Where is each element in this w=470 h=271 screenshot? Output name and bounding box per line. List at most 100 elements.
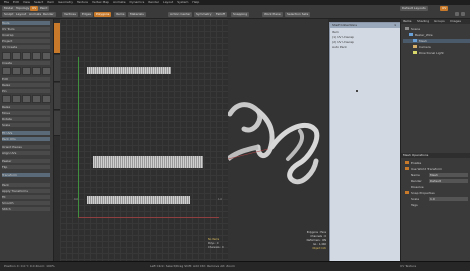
prop-snap[interactable]: Snap Properties [403, 191, 470, 195]
mode-materials-button[interactable]: Materials [128, 12, 146, 17]
mode-edges-button[interactable]: Edges [80, 12, 94, 17]
dialog-row[interactable]: (1) UV Unwrap [332, 35, 354, 39]
work-plane-button[interactable]: Work Plane [262, 12, 283, 17]
flip-button[interactable]: Flip [2, 165, 50, 169]
settings-icon[interactable] [461, 12, 465, 16]
layout-tab-topology[interactable]: Topology [14, 6, 32, 11]
dialog-titlebar[interactable]: Shelf Collections × [330, 23, 400, 28]
tab-items[interactable]: Items [403, 19, 411, 24]
prop-tags[interactable]: Tags [403, 203, 470, 207]
prop-dissolve[interactable]: Dissolve [403, 185, 470, 189]
section-relax[interactable]: Relax [2, 105, 50, 109]
align-tool-icon[interactable] [2, 95, 11, 103]
pin-button[interactable]: Pin [2, 89, 50, 93]
mode-items-button[interactable]: Items [114, 12, 127, 17]
uv-bounds [78, 57, 219, 218]
items-tab-bar: Items Shading Groups Images [401, 19, 470, 24]
render-dropdown[interactable]: Default [429, 179, 468, 183]
section-edit[interactable]: Edit [2, 77, 50, 81]
uv-create-button[interactable]: UV Create [2, 45, 50, 49]
orient-tool-icon[interactable] [12, 95, 21, 103]
orient-pieces-button[interactable]: Orient Pieces [2, 145, 50, 149]
symmetry-button[interactable]: Symmetry [194, 12, 214, 17]
stitch-button[interactable]: Stitch [2, 207, 50, 211]
unwrap-tool-icon[interactable] [2, 52, 11, 60]
peeler-button[interactable]: Peeler [2, 159, 50, 163]
status-hint: Left Click: Select/Drag Shift: Add Ctrl:… [150, 264, 235, 268]
checkbox-icon[interactable] [405, 161, 409, 164]
3d-viewport[interactable]: Polygons : Face Channels : 0 Deformers :… [228, 19, 328, 261]
mesh-icon [413, 39, 417, 42]
dialog-row[interactable]: Auto Pack [332, 45, 347, 49]
tube-mesh [228, 102, 320, 185]
item-row-bezier[interactable]: Bezier_Wire [403, 33, 470, 37]
project-button[interactable]: Project [2, 39, 50, 43]
item-row-light[interactable]: Directional Light [403, 51, 470, 55]
section-uv-tools[interactable]: UV Tools [2, 27, 50, 31]
item-row-camera[interactable]: Camera [403, 45, 470, 49]
layout-tab-paint[interactable]: Paint [38, 6, 50, 11]
tab-images[interactable]: Images [450, 19, 461, 24]
action-center-button[interactable]: Action Center [168, 12, 193, 17]
flip-tool-icon[interactable] [42, 67, 51, 75]
uv-island[interactable] [87, 67, 171, 74]
mode-vertices-button[interactable]: Vertices [62, 12, 78, 17]
relax-tool-icon[interactable] [22, 52, 31, 60]
uv-viewport[interactable]: 0.0 1.0 No Items Polys : 0 Channels : 0 [60, 19, 228, 261]
mirror-tool-icon[interactable] [32, 67, 41, 75]
transform-button[interactable]: Transform [2, 173, 50, 177]
tool-panel: Tools UV Tools Unwrap Project UV Create … [0, 19, 54, 261]
tab-shading[interactable]: Shading [417, 19, 429, 24]
dialog-row[interactable]: (2) UV Unwrap [332, 40, 354, 44]
status-position: Position X: 0.0 Y: 0.0 Zoom: 100% [4, 264, 55, 268]
fit-button[interactable]: Fit [2, 195, 50, 199]
prop-world-transform[interactable]: Use World Transform [403, 167, 470, 171]
scale-button[interactable]: Scale [2, 123, 50, 127]
stitch-tool-icon[interactable] [22, 95, 31, 103]
move-button[interactable]: Move [2, 111, 50, 115]
project-tool-icon[interactable] [12, 52, 21, 60]
fit-uvs-button[interactable]: Fit UVs [2, 131, 50, 135]
checkbox-icon[interactable] [405, 191, 409, 194]
layout-tab-uv[interactable]: UV [30, 6, 39, 11]
name-field[interactable]: Mesh [429, 173, 468, 177]
peel-tool-icon[interactable] [42, 52, 51, 60]
pack-tool-icon[interactable] [42, 95, 51, 103]
layout-badge: UV [440, 6, 449, 11]
rotate-button[interactable]: Rotate [2, 117, 50, 121]
fit-tool-icon[interactable] [32, 95, 41, 103]
smooth-button[interactable]: Smooth [2, 201, 50, 205]
uv-island[interactable] [93, 156, 203, 168]
prop-enable[interactable]: Enable [403, 161, 470, 165]
camera-icon [413, 45, 417, 48]
pin-tool-icon[interactable] [32, 52, 41, 60]
default-layouts-dropdown[interactable]: Default Layouts [400, 6, 428, 11]
checkbox-icon[interactable] [405, 167, 409, 170]
selection-sets-button[interactable]: Selection Sets [285, 12, 311, 17]
falloff-button[interactable]: Falloff [214, 12, 227, 17]
section-create[interactable]: Create [2, 61, 50, 65]
unwrap-button[interactable]: Unwrap [2, 33, 50, 37]
scale-tool-icon[interactable] [22, 67, 31, 75]
rotate-tool-icon[interactable] [12, 67, 21, 75]
close-icon[interactable]: × [394, 23, 397, 28]
section-pack[interactable]: Pack [2, 183, 50, 187]
apply-transforms-button[interactable]: Apply Transforms [2, 189, 50, 193]
item-row-scene[interactable]: Scene [403, 27, 470, 31]
dialog-title: Shelf Collections [332, 23, 357, 27]
fullscreen-icon[interactable] [455, 12, 459, 16]
mode-polygons-button[interactable]: Polygons [94, 12, 112, 17]
relax-button[interactable]: Relax [2, 83, 50, 87]
tab-groups[interactable]: Groups [434, 19, 445, 24]
layout-tab-render[interactable]: Render [41, 12, 56, 17]
move-tool-icon[interactable] [2, 67, 11, 75]
scale-field[interactable]: 1.0 [429, 197, 468, 201]
item-row-mesh[interactable]: Mesh [403, 39, 470, 43]
align-uvs-button[interactable]: Align UVs [2, 151, 50, 155]
pack-uvs-button[interactable]: Pack UVs [2, 137, 50, 141]
scene-icon [405, 27, 409, 30]
snapping-button[interactable]: Snapping [231, 12, 250, 17]
dialog-row[interactable]: Item [332, 30, 339, 34]
cursor-icon [356, 90, 358, 92]
uv-island[interactable] [87, 196, 190, 204]
